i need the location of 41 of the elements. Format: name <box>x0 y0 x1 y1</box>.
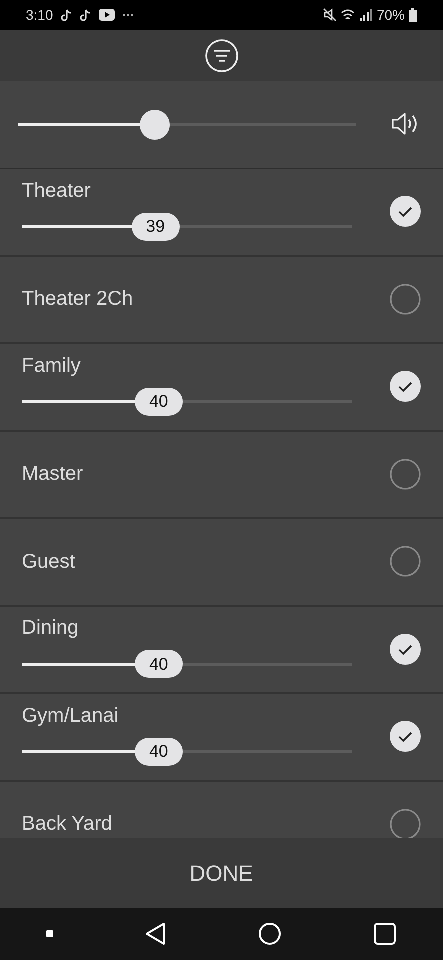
checked-checkbox[interactable] <box>390 634 421 665</box>
slider-thumb[interactable]: 40 <box>134 738 183 766</box>
music-note-icon <box>61 8 72 22</box>
music-note-icon <box>80 8 92 22</box>
recent-apps-icon[interactable] <box>373 922 398 946</box>
home-icon[interactable] <box>258 922 282 946</box>
more-icon <box>123 13 134 17</box>
slider[interactable]: 39 <box>22 212 352 242</box>
wifi-icon <box>340 8 355 22</box>
zone-name: Dining <box>22 616 80 642</box>
done-button[interactable]: DONE <box>0 838 443 908</box>
slider[interactable] <box>18 110 356 140</box>
zone-name: Back Yard <box>22 812 112 838</box>
filter-icon[interactable] <box>204 38 238 72</box>
zone-name: Theater <box>22 178 92 204</box>
zone-name: Gym/Lanai <box>22 704 120 729</box>
slider[interactable]: 40 <box>22 736 352 767</box>
slider-thumb[interactable]: 40 <box>134 388 183 416</box>
slider-thumb[interactable]: 39 <box>132 212 180 241</box>
zone-name: Theater 2Ch <box>22 287 134 312</box>
signal-icon <box>358 8 373 22</box>
slider-thumb[interactable]: 40 <box>134 650 183 678</box>
zone-name: Guest <box>22 550 76 575</box>
play-button-icon <box>99 9 116 21</box>
mute-icon <box>322 8 337 22</box>
battery-icon <box>409 8 417 22</box>
unchecked-checkbox[interactable] <box>390 808 421 838</box>
zone-name: Family <box>22 354 82 379</box>
unchecked-checkbox[interactable] <box>390 458 421 490</box>
unchecked-checkbox[interactable] <box>390 284 421 315</box>
slider[interactable]: 40 <box>22 649 352 680</box>
checked-checkbox[interactable] <box>390 371 421 402</box>
battery-percentage: 70% <box>376 6 405 24</box>
slider-thumb[interactable] <box>140 110 170 140</box>
slider[interactable]: 40 <box>22 386 352 417</box>
unchecked-checkbox[interactable] <box>390 546 421 578</box>
zone-name: Master <box>22 462 84 488</box>
checked-checkbox[interactable] <box>390 196 421 228</box>
checked-checkbox[interactable] <box>390 721 421 752</box>
status-time: 3:10 <box>26 6 54 24</box>
back-icon[interactable] <box>144 922 167 946</box>
